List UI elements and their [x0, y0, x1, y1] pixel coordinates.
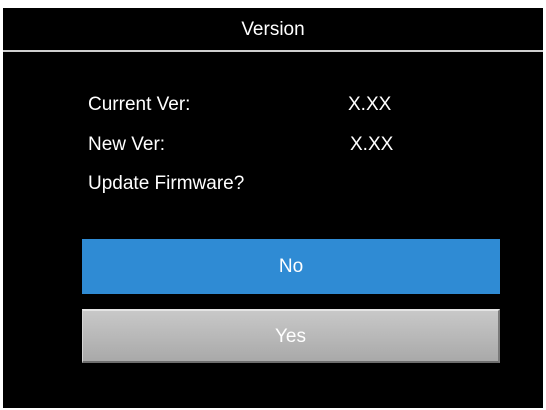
current-version-label: Current Ver: — [88, 94, 191, 115]
title-bar: Version — [3, 8, 543, 52]
firmware-version-screen: Version Current Ver: X.XX New Ver: X.XX … — [3, 8, 543, 408]
current-version-row: Current Ver: X.XX — [88, 93, 488, 117]
new-version-label: New Ver: — [88, 134, 166, 155]
page-title: Version — [241, 19, 305, 40]
no-button[interactable]: No — [82, 239, 500, 294]
new-version-value: X.XX — [350, 134, 394, 155]
new-version-row: New Ver: X.XX — [88, 133, 488, 157]
update-firmware-label: Update Firmware? — [88, 173, 245, 194]
title-divider — [3, 50, 543, 52]
update-firmware-question: Update Firmware? — [88, 172, 488, 196]
current-version-value: X.XX — [348, 94, 392, 115]
yes-button[interactable]: Yes — [82, 309, 500, 363]
